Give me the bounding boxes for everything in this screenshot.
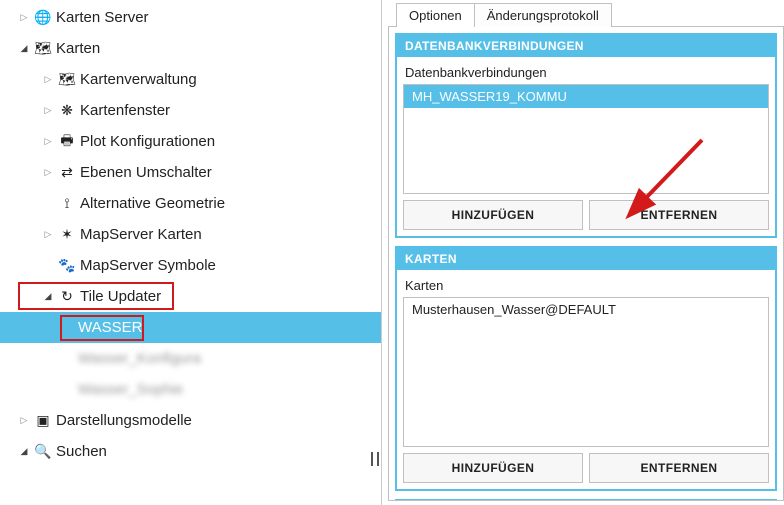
tree-item-mapserver-karten[interactable]: ✶ MapServer Karten <box>0 219 381 250</box>
tree-item-label: WASSER <box>78 319 142 336</box>
tree-item-label: MapServer Karten <box>80 226 202 243</box>
tab-optionen[interactable]: Optionen <box>396 3 475 27</box>
tree-item-blurred-1[interactable]: Wasser_Konfigura <box>0 343 381 374</box>
section-header-karten: KARTEN <box>397 248 775 270</box>
tree-item-tile-updater[interactable]: ↻ Tile Updater <box>0 281 381 312</box>
expander-icon[interactable] <box>42 229 54 240</box>
add-karten-button[interactable]: HINZUFÜGEN <box>403 453 583 483</box>
map-icon: 🗺 <box>57 71 77 88</box>
tree-item-darstellungsmodelle[interactable]: ▣ Darstellungsmodelle <box>0 405 381 436</box>
window-icon: ❋ <box>57 102 77 119</box>
tree-panel: 🌐 Karten Server 🗺 Karten 🗺 Kartenverwalt… <box>0 0 382 505</box>
tree-item-label: Wasser_Sophie <box>78 381 183 398</box>
section-db: DATENBANKVERBINDUNGEN Datenbankverbindun… <box>395 33 777 238</box>
add-db-button[interactable]: HINZUFÜGEN <box>403 200 583 230</box>
expander-icon[interactable] <box>18 415 30 426</box>
sublabel-db: Datenbankverbindungen <box>405 65 769 80</box>
refresh-icon: ↻ <box>57 288 77 305</box>
expander-icon[interactable] <box>42 167 54 178</box>
tree-item-label: MapServer Symbole <box>80 257 216 274</box>
expander-icon[interactable] <box>42 136 54 147</box>
printer-icon: 🖶 <box>57 130 77 154</box>
expander-icon[interactable] <box>42 74 54 85</box>
tree-item-karten[interactable]: 🗺 Karten <box>0 33 381 64</box>
tree-item-ebenen[interactable]: ⇄ Ebenen Umschalter <box>0 157 381 188</box>
tree-item-label: Wasser_Konfigura <box>78 350 201 367</box>
tree-item-label: Alternative Geometrie <box>80 195 225 212</box>
tree-item-kartenfenster[interactable]: ❋ Kartenfenster <box>0 95 381 126</box>
layers-icon: ▣ <box>33 412 53 429</box>
expander-icon[interactable] <box>18 12 30 23</box>
tree-item-label: Darstellungsmodelle <box>56 412 192 429</box>
tab-protokoll[interactable]: Änderungsprotokoll <box>474 3 612 27</box>
tree-item-plot[interactable]: 🖶 Plot Konfigurationen <box>0 126 381 157</box>
list-row[interactable]: Musterhausen_Wasser@DEFAULT <box>404 298 768 321</box>
splitter-handle[interactable] <box>371 452 379 466</box>
section-header-db: DATENBANKVERBINDUNGEN <box>397 35 775 57</box>
remove-db-button[interactable]: ENTFERNEN <box>589 200 769 230</box>
remove-karten-button[interactable]: ENTFERNEN <box>589 453 769 483</box>
tree-item-alternative-geometrie[interactable]: ⟟ Alternative Geometrie <box>0 188 381 219</box>
tree-item-label: Kartenverwaltung <box>80 71 197 88</box>
star-icon: ✶ <box>57 226 77 243</box>
list-row[interactable]: MH_WASSER19_KOMMU <box>404 85 768 108</box>
swap-icon: ⇄ <box>57 164 77 181</box>
expander-icon[interactable] <box>18 43 30 54</box>
tree-item-blurred-2[interactable]: Wasser_Sophie <box>0 374 381 405</box>
right-panel: Optionen Änderungsprotokoll DATENBANKVER… <box>382 0 784 505</box>
map-icon: 🗺 <box>33 40 53 57</box>
expander-icon[interactable] <box>18 446 30 457</box>
tree-item-label: Tile Updater <box>80 288 161 305</box>
tree-item-karten-server[interactable]: 🌐 Karten Server <box>0 2 381 33</box>
tree-item-kartenverwaltung[interactable]: 🗺 Kartenverwaltung <box>0 64 381 95</box>
tab-body: DATENBANKVERBINDUNGEN Datenbankverbindun… <box>388 26 784 501</box>
tree-item-label: Karten Server <box>56 9 149 26</box>
tree-item-label: Karten <box>56 40 100 57</box>
tabs: Optionen Änderungsprotokoll <box>396 2 784 26</box>
tree-item-suchen[interactable]: 🔍 Suchen <box>0 436 381 467</box>
tree-item-wasser[interactable]: WASSER <box>0 312 381 343</box>
expander-icon[interactable] <box>42 291 54 302</box>
tree-item-mapserver-symbole[interactable]: 🐾 MapServer Symbole <box>0 250 381 281</box>
paw-icon: 🐾 <box>57 257 77 274</box>
sublabel-karten: Karten <box>405 278 769 293</box>
section-stripe <box>395 499 777 501</box>
tree-item-label: Ebenen Umschalter <box>80 164 212 181</box>
tree-item-label: Kartenfenster <box>80 102 170 119</box>
expander-icon[interactable] <box>42 105 54 116</box>
tree-item-label: Suchen <box>56 443 107 460</box>
search-icon: 🔍 <box>33 443 53 460</box>
tree-item-label: Plot Konfigurationen <box>80 133 215 150</box>
geometry-icon: ⟟ <box>57 195 77 212</box>
section-karten: KARTEN Karten Musterhausen_Wasser@DEFAUL… <box>395 246 777 491</box>
globe-icon: 🌐 <box>33 9 53 26</box>
list-karten[interactable]: Musterhausen_Wasser@DEFAULT <box>403 297 769 447</box>
list-db[interactable]: MH_WASSER19_KOMMU <box>403 84 769 194</box>
